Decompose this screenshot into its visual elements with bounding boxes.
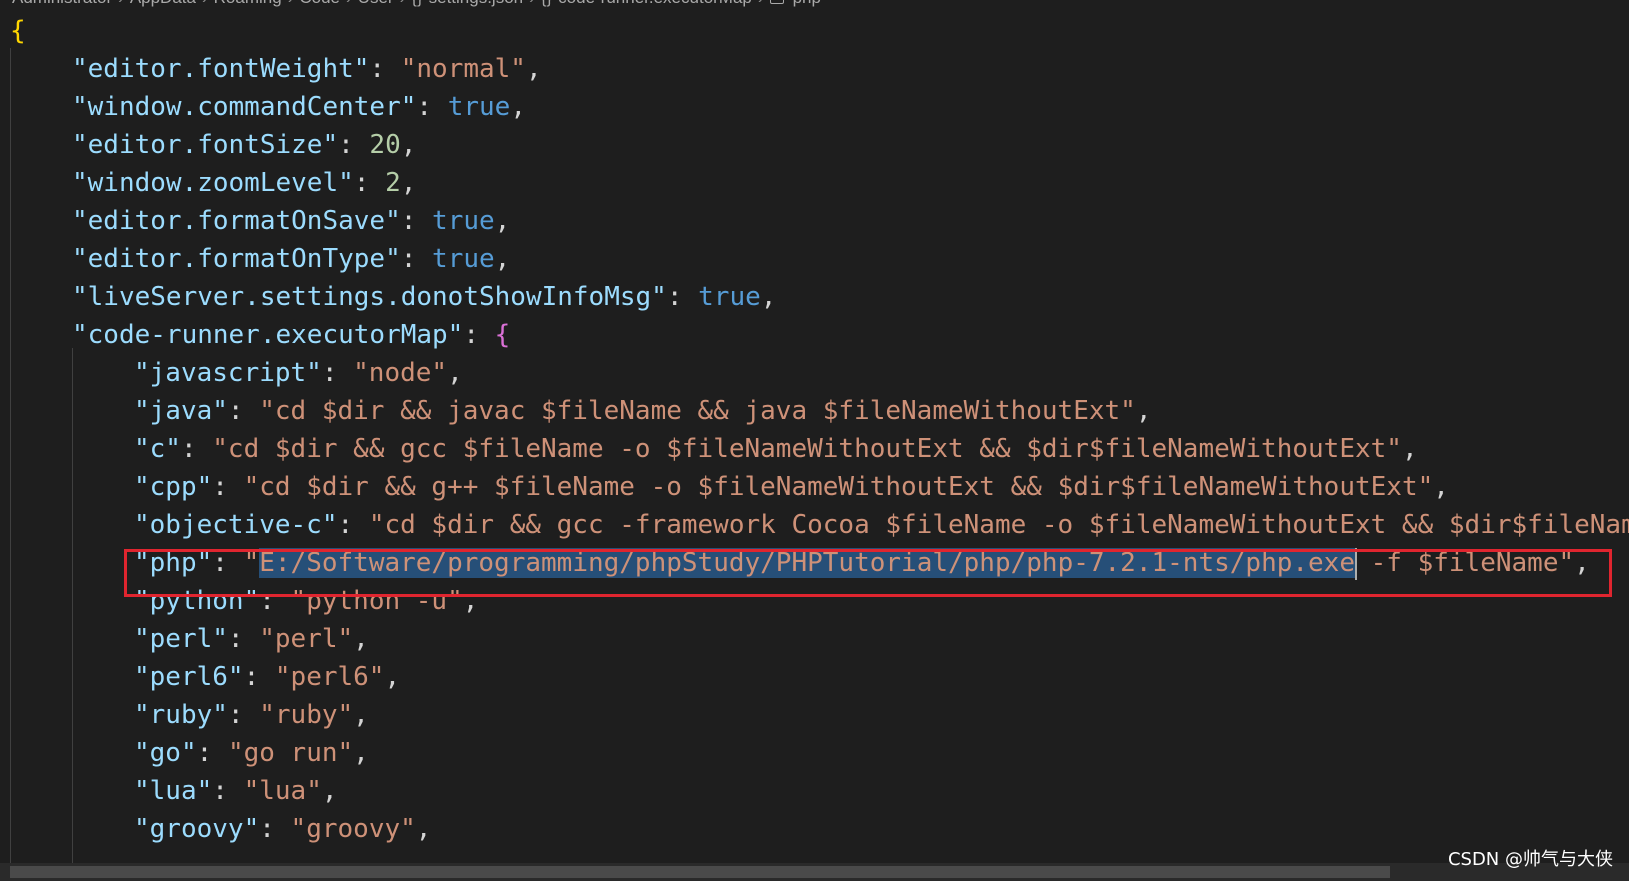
setting-value: true bbox=[447, 92, 511, 122]
code-line-17[interactable]: "perl": "perl", bbox=[134, 620, 369, 658]
code-line-7[interactable]: "editor.formatOnType": true, bbox=[72, 240, 510, 278]
setting-key: "editor.fontSize" bbox=[72, 130, 339, 160]
code-line-12[interactable]: "c": "cd $dir && gcc $fileName -o $fileN… bbox=[134, 430, 1418, 468]
setting-value: true bbox=[432, 244, 495, 274]
setting-value: 20 bbox=[369, 130, 401, 160]
brace-open: { bbox=[494, 320, 511, 350]
indent-guide-outer bbox=[10, 48, 11, 872]
executor-key: "php" bbox=[134, 548, 213, 578]
json-file-icon: {} bbox=[411, 0, 422, 8]
executor-value: "cd $dir && javac $fileName && java $fil… bbox=[259, 396, 1136, 426]
executor-value: "cd $dir && gcc $fileName -o $fileNameWi… bbox=[212, 434, 1402, 464]
setting-key: "code-runner.executorMap" bbox=[72, 320, 464, 350]
code-line-15-php[interactable]: "php": "E:/Software/programming/phpStudy… bbox=[134, 544, 1590, 582]
breadcrumb-item-appdata[interactable]: AppData bbox=[130, 0, 196, 8]
setting-value: "normal" bbox=[400, 54, 526, 84]
executor-value: "ruby" bbox=[259, 700, 354, 730]
json-object-icon: {} bbox=[541, 0, 552, 8]
setting-key: "editor.fontWeight" bbox=[72, 54, 370, 84]
code-line-11[interactable]: "java": "cd $dir && javac $fileName && j… bbox=[134, 392, 1151, 430]
chevron-right-icon: › bbox=[346, 0, 352, 8]
chevron-right-icon: › bbox=[400, 0, 406, 8]
executor-key: "python" bbox=[134, 586, 260, 616]
code-line-2[interactable]: "editor.fontWeight": "normal", bbox=[72, 50, 542, 88]
code-line-4[interactable]: "editor.fontSize": 20, bbox=[72, 126, 416, 164]
code-line-19[interactable]: "ruby": "ruby", bbox=[134, 696, 369, 734]
code-line-21[interactable]: "lua": "lua", bbox=[134, 772, 338, 810]
executor-key: "lua" bbox=[134, 776, 213, 806]
code-line-1[interactable]: { bbox=[10, 12, 26, 50]
executor-key: "c" bbox=[134, 434, 181, 464]
code-line-14[interactable]: "objective-c": "cd $dir && gcc -framewor… bbox=[134, 506, 1629, 544]
executor-value: "lua" bbox=[243, 776, 322, 806]
breadcrumb-item-administrator[interactable]: Administrator bbox=[12, 0, 112, 8]
executor-key: "go" bbox=[134, 738, 197, 768]
executor-key: "cpp" bbox=[134, 472, 213, 502]
executor-value: "perl6" bbox=[274, 662, 385, 692]
code-line-8[interactable]: "liveServer.settings.donotShowInfoMsg": … bbox=[72, 278, 776, 316]
chevron-right-icon: › bbox=[202, 0, 208, 8]
breadcrumb-item-php[interactable]: php bbox=[793, 0, 821, 8]
executor-value: "go run" bbox=[227, 738, 354, 768]
executor-key: "objective-c" bbox=[134, 510, 338, 540]
json-string-icon bbox=[769, 0, 784, 4]
executor-key: "ruby" bbox=[134, 700, 228, 730]
setting-key: "liveServer.settings.donotShowInfoMsg" bbox=[72, 282, 667, 312]
executor-key: "groovy" bbox=[134, 814, 260, 844]
setting-value: true bbox=[698, 282, 761, 312]
selected-php-path[interactable]: E:/Software/programming/phpStudy/PHPTuto… bbox=[259, 548, 1355, 578]
executor-value: "python -u" bbox=[290, 586, 463, 616]
executor-key: "perl" bbox=[134, 624, 228, 654]
brace-open: { bbox=[10, 16, 26, 46]
chevron-right-icon: › bbox=[288, 0, 294, 8]
setting-key: "window.commandCenter" bbox=[72, 92, 417, 122]
executor-value: "node" bbox=[353, 358, 448, 388]
executor-value: "cd $dir && gcc -framework Cocoa $fileNa… bbox=[368, 510, 1629, 540]
string-quote: " bbox=[243, 548, 260, 578]
executor-key: "java" bbox=[134, 396, 228, 426]
breadcrumb-item-roaming[interactable]: Roaming bbox=[214, 0, 282, 8]
code-line-10[interactable]: "javascript": "node", bbox=[134, 354, 463, 392]
code-line-6[interactable]: "editor.formatOnSave": true, bbox=[72, 202, 510, 240]
indent-guide-inner bbox=[72, 348, 73, 872]
code-line-20[interactable]: "go": "go run", bbox=[134, 734, 369, 772]
chevron-right-icon: › bbox=[118, 0, 124, 8]
breadcrumb-item-executor-map[interactable]: code-runner.executorMap bbox=[558, 0, 752, 8]
scrollbar-thumb[interactable] bbox=[10, 866, 1390, 878]
executor-key: "javascript" bbox=[134, 358, 322, 388]
code-line-22[interactable]: "groovy": "groovy", bbox=[134, 810, 431, 848]
code-line-16[interactable]: "python": "python -u", bbox=[134, 582, 478, 620]
setting-key: "window.zoomLevel" bbox=[72, 168, 354, 198]
code-line-9[interactable]: "code-runner.executorMap": { bbox=[72, 316, 510, 354]
breadcrumb-item-code[interactable]: Code bbox=[299, 0, 340, 8]
breadcrumb: Administrator › AppData › Roaming › Code… bbox=[12, 0, 821, 10]
horizontal-scrollbar[interactable] bbox=[0, 863, 1629, 881]
code-editor[interactable]: { "editor.fontWeight": "normal", "window… bbox=[0, 10, 1629, 872]
setting-key: "editor.formatOnSave" bbox=[72, 206, 401, 236]
executor-value-rest: -f $fileName" bbox=[1354, 548, 1575, 578]
setting-value: 2 bbox=[385, 168, 401, 198]
chevron-right-icon: › bbox=[758, 0, 764, 8]
executor-key: "perl6" bbox=[134, 662, 244, 692]
watermark: CSDN @帅气与大侠 bbox=[1447, 849, 1613, 870]
executor-value: "cd $dir && g++ $fileName -o $fileNameWi… bbox=[243, 472, 1434, 502]
executor-value: "groovy" bbox=[290, 814, 416, 844]
code-line-18[interactable]: "perl6": "perl6", bbox=[134, 658, 400, 696]
code-line-13[interactable]: "cpp": "cd $dir && g++ $fileName -o $fil… bbox=[134, 468, 1449, 506]
code-line-3[interactable]: "window.commandCenter": true, bbox=[72, 88, 526, 126]
setting-value: true bbox=[432, 206, 495, 236]
breadcrumb-item-user[interactable]: User bbox=[358, 0, 394, 8]
breadcrumb-item-settings-json[interactable]: settings.json bbox=[429, 0, 524, 8]
executor-value: "perl" bbox=[259, 624, 354, 654]
code-line-5[interactable]: "window.zoomLevel": 2, bbox=[72, 164, 416, 202]
chevron-right-icon: › bbox=[529, 0, 535, 8]
setting-key: "editor.formatOnType" bbox=[72, 244, 401, 274]
